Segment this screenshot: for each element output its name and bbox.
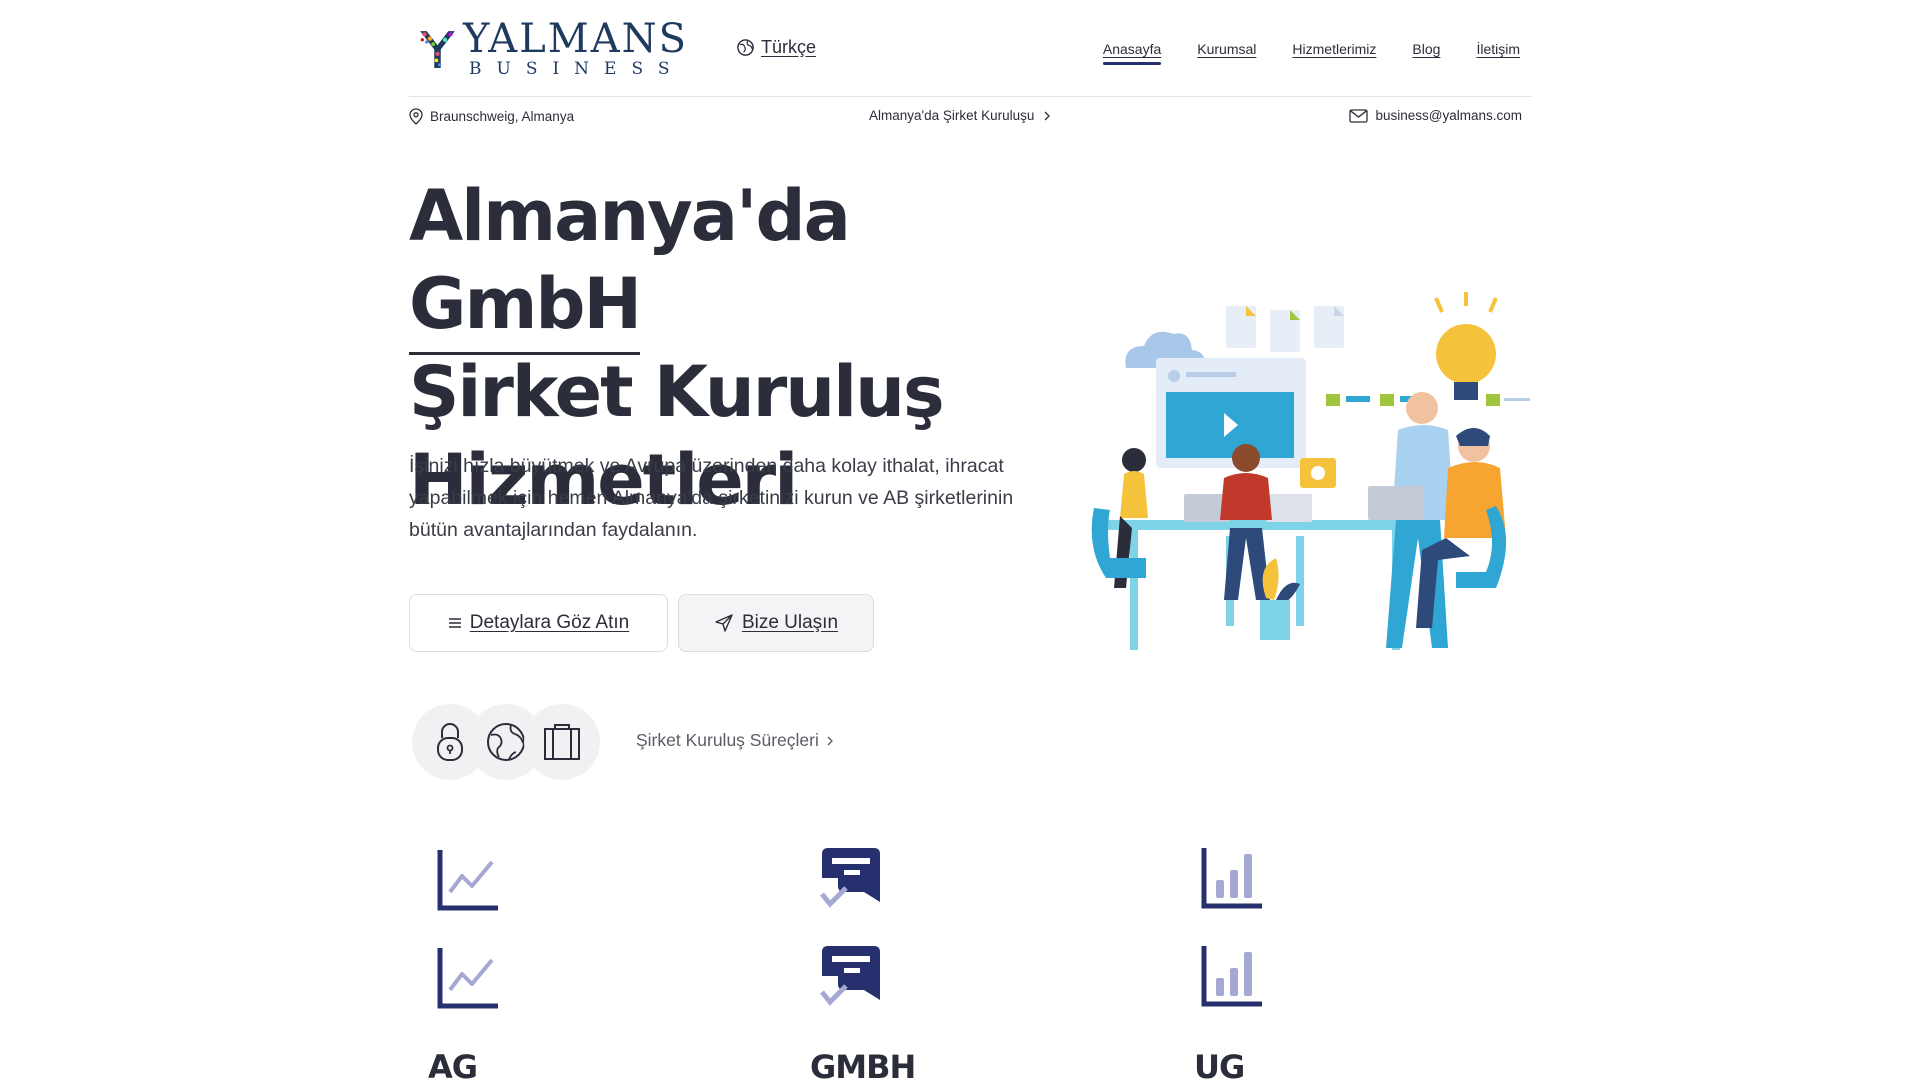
nav-blog[interactable]: Blog [1412, 41, 1440, 57]
bar-chart-icon [1201, 848, 1262, 909]
nav-kurumsal[interactable]: Kurumsal [1197, 41, 1256, 57]
breadcrumb-text: Almanya'da Şirket Kuruluşu [869, 108, 1035, 123]
line-chart-icon [437, 850, 498, 911]
email-contact[interactable]: business@yalmans.com [1349, 108, 1522, 123]
site-logo[interactable]: YALMANS BUSINESS [418, 12, 688, 86]
language-label: Türkçe [761, 37, 817, 57]
lock-icon [437, 723, 463, 761]
logo-subtitle: BUSINESS [469, 59, 685, 79]
email-text: business@yalmans.com [1375, 108, 1522, 123]
company-type-ag: AG [428, 1048, 478, 1080]
briefcase-badge [524, 704, 600, 780]
process-link[interactable]: Şirket Kuruluş Süreçleri [636, 730, 835, 751]
nav-hizmetlerimiz[interactable]: Hizmetlerimiz [1292, 41, 1376, 57]
breadcrumb[interactable]: Almanya'da Şirket Kuruluşu [869, 108, 1053, 123]
language-selector[interactable]: Türkçe [736, 37, 816, 58]
globe-icon [487, 723, 525, 761]
line-chart-icon [437, 948, 498, 1009]
chevron-right-icon [827, 736, 833, 745]
hero-lead: İşinizi hızla büyütmek ve Avrupa üzerind… [409, 455, 1014, 541]
contact-button[interactable]: Bize Ulaşın [678, 594, 874, 652]
mail-icon [1349, 108, 1369, 123]
team-meeting-illustration [1091, 292, 1530, 650]
globe-small-icon [737, 39, 754, 56]
details-button-label: Detaylara Göz Atın [469, 612, 630, 633]
location-info: Braunschweig, Almanya [409, 108, 574, 125]
chat-check-icon [820, 848, 880, 908]
process-link-label: Şirket Kuruluş Süreçleri [636, 730, 819, 750]
hero-title-line2: Şirket Kuruluş [409, 351, 945, 433]
company-type-ug: UG [1194, 1048, 1245, 1080]
map-pin-icon [409, 108, 423, 125]
hero-title-highlight: GmbH [409, 263, 642, 345]
logo-name: YALMANS [463, 16, 688, 62]
bar-chart-icon [1201, 946, 1262, 1007]
main-nav: Anasayfa Kurumsal Hizmetlerimiz Blog İle… [1102, 41, 1520, 65]
contact-button-label: Bize Ulaşın [741, 612, 839, 633]
chevron-right-icon [1044, 111, 1051, 120]
nav-iletisim[interactable]: İletişim [1476, 41, 1520, 57]
menu-lines-icon [448, 618, 461, 628]
nav-anasayfa[interactable]: Anasayfa [1102, 41, 1162, 65]
details-button[interactable]: Detaylara Göz Atın [409, 594, 668, 652]
hero-title-part1: Almanya'da [409, 175, 851, 257]
company-type-gmbh: GMBH [810, 1048, 916, 1080]
briefcase-icon [544, 724, 580, 760]
logo-y-mark-icon [420, 31, 455, 68]
send-icon [715, 614, 733, 632]
feature-badges [412, 704, 612, 780]
chat-check-icon [820, 946, 880, 1006]
location-text: Braunschweig, Almanya [430, 109, 575, 124]
header-divider [409, 96, 1531, 97]
